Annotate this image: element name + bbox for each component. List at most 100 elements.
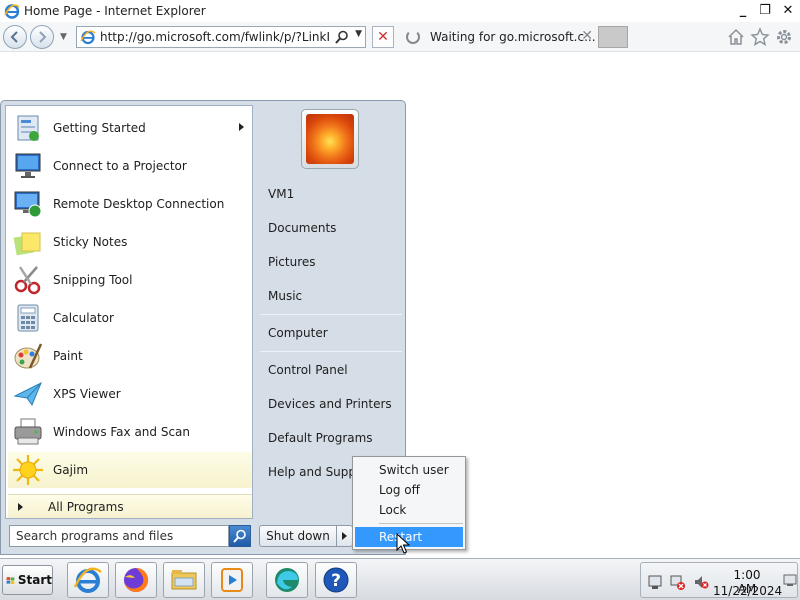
svg-text:?: ? — [331, 571, 341, 591]
taskbar-firefox[interactable] — [115, 562, 157, 598]
link-devices-printers[interactable]: Devices and Printers — [268, 397, 392, 411]
page-favicon-icon — [80, 30, 96, 45]
link-default-programs[interactable]: Default Programs — [268, 431, 373, 445]
tab-title: Waiting for go.microsoft.c... — [430, 30, 596, 44]
stop-button[interactable]: ✕ — [372, 26, 394, 48]
minimize-button[interactable]: _ — [732, 0, 754, 20]
taskbar-edge[interactable] — [266, 562, 308, 598]
program-label: XPS Viewer — [53, 387, 121, 401]
browser-tab[interactable]: Waiting for go.microsoft.c... ✕ — [402, 24, 597, 50]
start-search-input[interactable] — [10, 526, 228, 546]
shutdown-arrow-icon — [342, 532, 347, 540]
internet-explorer-icon — [73, 567, 102, 593]
network-warning-icon[interactable] — [669, 574, 685, 590]
forward-button[interactable] — [30, 25, 54, 49]
program-connect-projector[interactable]: Connect to a Projector — [8, 148, 252, 184]
restore-button[interactable]: ❐ — [754, 0, 776, 20]
new-tab-button[interactable] — [598, 26, 628, 48]
program-label: Gajim — [53, 463, 89, 477]
volume-muted-icon[interactable] — [693, 574, 709, 590]
link-control-panel[interactable]: Control Panel — [268, 363, 348, 377]
window-titlebar: Home Page - Internet Explorer _ ❐ ✕ — [0, 0, 800, 22]
program-fax-scan[interactable]: Windows Fax and Scan — [8, 414, 252, 450]
calculator-icon — [17, 304, 39, 332]
fax-scan-icon — [14, 418, 42, 445]
search-icon[interactable] — [335, 30, 349, 44]
home-icon[interactable] — [726, 27, 746, 47]
getting-started-icon — [17, 115, 39, 141]
flower-avatar-icon — [306, 114, 354, 164]
program-remote-desktop[interactable]: Remote Desktop Connection — [8, 186, 252, 222]
link-computer[interactable]: Computer — [268, 326, 328, 340]
program-xps-viewer[interactable]: XPS Viewer — [8, 376, 252, 412]
taskbar: Start ? 1:00 AM 11/22/2024 — [0, 558, 800, 600]
history-dropdown-icon[interactable]: ▼ — [60, 32, 67, 42]
menu-item-log-off[interactable]: Log off — [355, 480, 463, 500]
program-getting-started[interactable]: Getting Started — [8, 110, 252, 146]
action-center-icon[interactable] — [647, 574, 663, 590]
program-label: Remote Desktop Connection — [53, 197, 225, 211]
start-button[interactable]: Start — [2, 565, 53, 595]
start-search-button[interactable] — [229, 525, 251, 547]
menu-item-lock[interactable]: Lock — [355, 500, 463, 520]
taskbar-internet-explorer[interactable] — [67, 562, 109, 598]
mouse-cursor-icon — [396, 533, 410, 554]
program-label: Connect to a Projector — [53, 159, 187, 173]
separator — [260, 314, 402, 315]
notification-area: 1:00 AM 11/22/2024 — [640, 562, 798, 598]
all-programs-label: All Programs — [48, 499, 124, 514]
show-desktop-icon[interactable] — [783, 573, 797, 587]
forward-arrow-icon — [39, 31, 47, 43]
all-programs-button[interactable]: All Programs — [8, 494, 252, 518]
close-button[interactable]: ✕ — [776, 0, 800, 20]
edge-icon — [275, 568, 299, 592]
link-music[interactable]: Music — [268, 289, 302, 303]
address-dropdown-icon[interactable]: ▼ — [355, 29, 362, 39]
address-bar[interactable]: ▼ — [76, 26, 366, 48]
program-calculator[interactable]: Calculator — [8, 300, 252, 336]
program-paint[interactable]: Paint — [8, 338, 252, 374]
link-documents[interactable]: Documents — [268, 221, 336, 235]
window-title: Home Page - Internet Explorer — [24, 4, 206, 18]
programs-pane: Getting Started Connect to a Projector R… — [5, 105, 253, 519]
program-label: Calculator — [53, 311, 114, 325]
back-button[interactable] — [3, 25, 27, 49]
internet-explorer-icon — [4, 4, 20, 19]
tab-close-button[interactable]: ✕ — [581, 28, 593, 44]
program-label: Snipping Tool — [53, 273, 133, 287]
settings-gear-icon[interactable] — [774, 27, 794, 47]
shutdown-options-button[interactable] — [337, 525, 353, 547]
menu-item-switch-user[interactable]: Switch user — [355, 460, 463, 480]
taskbar-media-player[interactable] — [211, 562, 253, 598]
taskbar-file-explorer[interactable] — [163, 562, 205, 598]
taskbar-help[interactable]: ? — [315, 562, 357, 598]
program-label: Getting Started — [53, 121, 146, 135]
projector-icon — [15, 153, 41, 178]
media-player-icon — [221, 568, 243, 592]
link-user-folder[interactable]: VM1 — [268, 187, 294, 201]
clock-date[interactable]: 11/22/2024 — [713, 584, 782, 598]
separator — [260, 351, 402, 352]
sticky-notes-icon — [13, 232, 41, 256]
program-gajim[interactable]: Gajim — [8, 452, 252, 488]
favorites-star-icon[interactable] — [750, 27, 770, 47]
program-label: Windows Fax and Scan — [53, 425, 191, 439]
start-menu: Getting Started Connect to a Projector R… — [0, 100, 406, 555]
address-input[interactable] — [100, 30, 330, 44]
program-snipping-tool[interactable]: Snipping Tool — [8, 262, 252, 298]
firefox-icon — [124, 567, 149, 592]
shutdown-button[interactable]: Shut down — [259, 525, 337, 547]
file-explorer-icon — [171, 570, 197, 590]
search-icon — [233, 529, 246, 543]
browser-toolbar: ▼ ▼ ✕ Waiting for go.microsoft.c... ✕ — [0, 22, 800, 52]
loading-spinner-icon — [406, 30, 420, 44]
start-label: Start — [17, 573, 52, 587]
start-search-box[interactable] — [9, 525, 229, 547]
program-sticky-notes[interactable]: Sticky Notes — [8, 224, 252, 260]
link-pictures[interactable]: Pictures — [268, 255, 316, 269]
all-programs-arrow-icon — [18, 502, 23, 511]
gajim-icon — [13, 455, 43, 485]
help-icon: ? — [323, 567, 349, 593]
user-picture[interactable] — [301, 109, 359, 169]
windows-flag-icon — [6, 576, 15, 584]
